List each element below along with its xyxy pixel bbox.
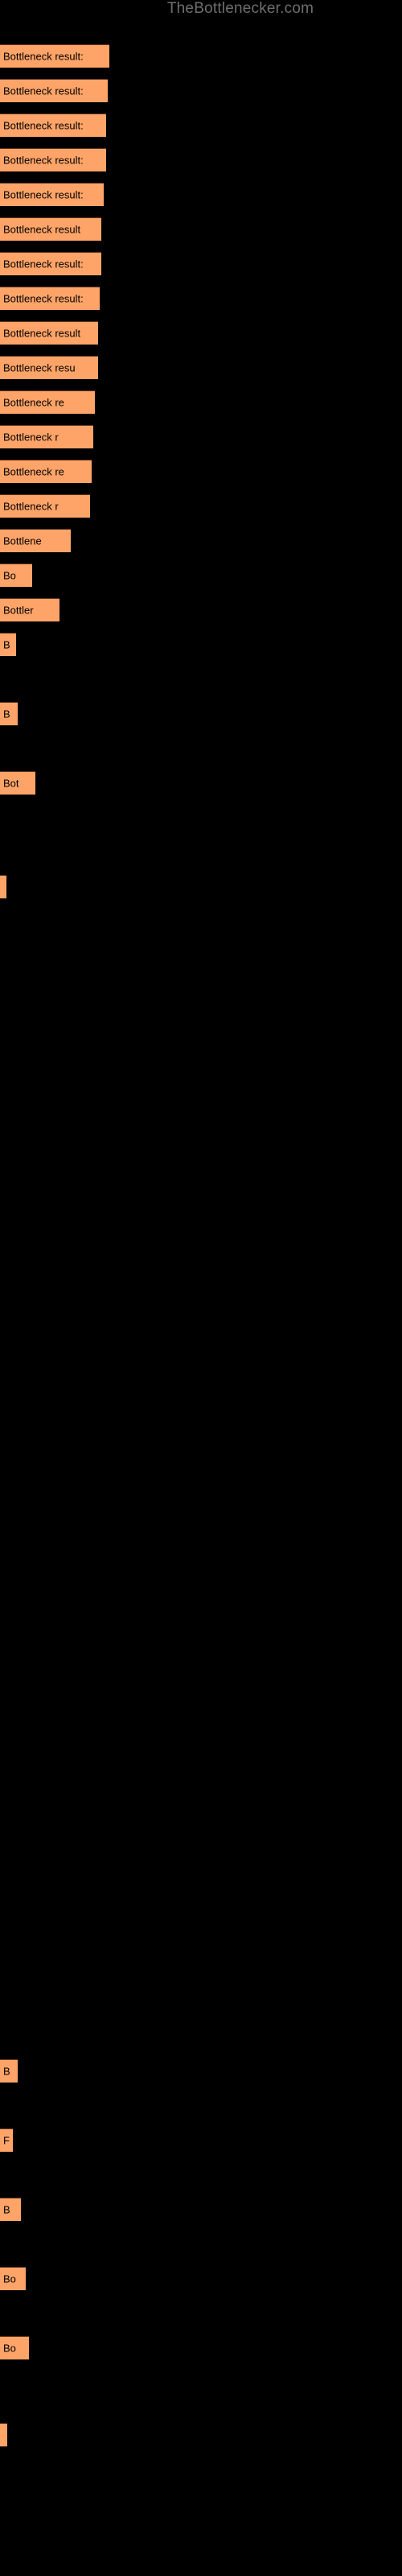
bar-label: Bo [3,2342,16,2355]
bar-label: Bottleneck result: [3,119,84,132]
bar-chart-plot-area: Bottleneck result: Bottleneck result: Bott… [0,0,402,2576]
bar-row: Bottleneck result: [0,114,106,137]
chart-bar[interactable]: F [0,2128,13,2152]
bar-row: B [0,2198,21,2221]
bar-label: Bottleneck r [3,431,59,444]
bar-row: Bottleneck result: [0,287,100,310]
bar-row: Bottleneck result: [0,79,108,102]
bar-row: Bottleneck result: [0,148,106,171]
chart-bar[interactable]: Bo [0,2267,26,2290]
bar-row: Bottleneck r [0,425,93,448]
bar-row: Bottler [0,598,59,621]
page-root: TheBottlenecker.com Bottleneck result: Bo… [0,0,402,2576]
bar-row [0,2423,7,2446]
chart-bar[interactable]: Bottleneck result: [0,183,104,206]
chart-bar[interactable]: Bottleneck result: [0,287,100,310]
bar-label: Bottleneck re [3,465,64,478]
bar-row: B [0,633,16,656]
chart-bar[interactable]: B [0,633,16,656]
bar-label: Bottleneck result: [3,154,84,167]
bar-row: Bottleneck result: [0,252,101,275]
bar-label: Bot [3,777,19,790]
bar-label: Bottleneck resu [3,361,76,374]
chart-bar[interactable]: Bottleneck result: [0,148,106,171]
chart-bar[interactable]: Bo [0,564,32,587]
chart-bar[interactable]: Bottleneck result: [0,79,108,102]
bar-label: B [3,2203,10,2216]
bar-label: B [3,638,10,651]
bar-row: Bottleneck re [0,460,92,483]
bar-label: Bottleneck result: [3,50,84,63]
bar-label: Bottleneck result [3,327,81,340]
chart-bar[interactable]: Bottleneck result: [0,44,109,68]
bar-row: Bottleneck result: [0,44,109,68]
chart-bar[interactable] [0,2423,7,2446]
bar-row: Bottleneck re [0,390,95,414]
bar-row: Bo [0,2336,29,2359]
bar-row: Bo [0,2267,26,2290]
chart-bar[interactable]: B [0,2059,18,2083]
bar-label: B [3,2065,10,2078]
chart-bar[interactable]: Bottler [0,598,59,621]
bar-label: Bottlene [3,535,42,547]
chart-bar[interactable]: Bottleneck r [0,425,93,448]
bar-label: Bottleneck result [3,223,81,236]
bar-row: Bottleneck result: [0,183,104,206]
bar-label: Bottler [3,604,34,617]
bar-row: Bottleneck result [0,217,101,241]
bar-row: Bottleneck r [0,494,90,518]
bar-label: B [3,708,10,720]
chart-bar[interactable]: Bottleneck result: [0,114,106,137]
bar-row: Bottlene [0,529,71,552]
bar-row: Bottleneck resu [0,356,98,379]
chart-bar[interactable]: Bot [0,771,35,795]
chart-bar[interactable]: Bottleneck resu [0,356,98,379]
bar-label: Bottleneck result: [3,85,84,97]
bar-row: F [0,2128,13,2152]
bar-label: Bottleneck re [3,396,64,409]
chart-bar[interactable]: Bo [0,2336,29,2359]
bar-row [0,875,6,898]
chart-bar[interactable]: Bottleneck result [0,217,101,241]
chart-bar[interactable]: B [0,2198,21,2221]
chart-bar[interactable]: B [0,702,18,725]
chart-bar[interactable]: Bottleneck re [0,390,95,414]
chart-bar[interactable]: Bottleneck re [0,460,92,483]
bar-row: B [0,702,18,725]
chart-bar[interactable] [0,875,6,898]
bar-label: Bottleneck r [3,500,59,513]
bar-label: Bottleneck result: [3,258,84,270]
bar-label: Bo [3,569,16,582]
bar-label: F [3,2134,10,2147]
bar-label: Bottleneck result: [3,188,84,201]
bar-label: Bo [3,2273,16,2285]
bar-row: B [0,2059,18,2083]
bar-row: Bot [0,771,35,795]
chart-bar[interactable]: Bottlene [0,529,71,552]
chart-bar[interactable]: Bottleneck result: [0,252,101,275]
bar-row: Bo [0,564,32,587]
chart-bar[interactable]: Bottleneck r [0,494,90,518]
bar-row: Bottleneck result [0,321,98,345]
chart-bar[interactable]: Bottleneck result [0,321,98,345]
bar-label: Bottleneck result: [3,292,84,305]
